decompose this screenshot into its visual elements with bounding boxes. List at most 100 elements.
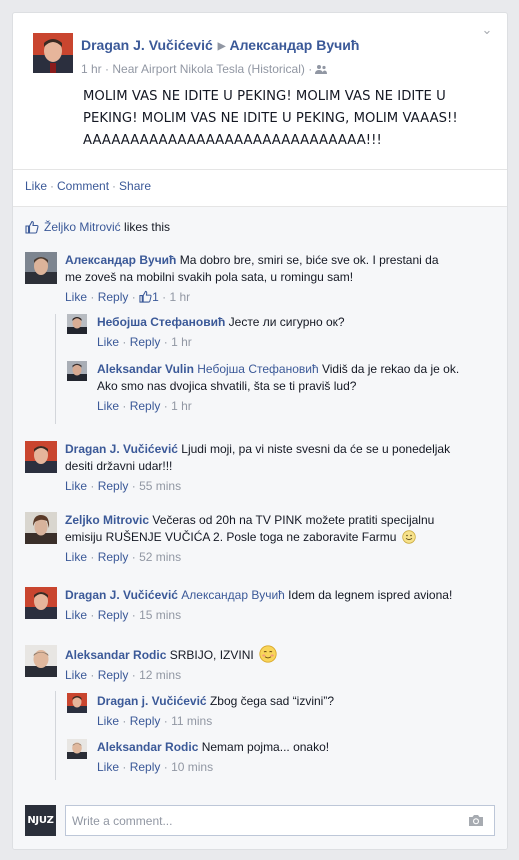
chevron-down-icon[interactable]: ⌄ [480,23,494,37]
comment-text: Večeras od 20h na TV PINK možete pratiti… [149,513,435,527]
comment-author[interactable]: Небојша Стефановић [97,315,225,329]
comment-text: Јесте ли сигурно ок? [225,315,345,329]
comment-reply-link[interactable]: Reply [98,608,129,622]
comment-like-link[interactable]: Like [65,550,87,564]
comment-reply-link[interactable]: Reply [98,479,129,493]
comment-text: Zbog čega sad “izvini”? [206,694,335,708]
liker-link[interactable]: Željko Mitrović [44,220,121,234]
comment-text: Idem da legnem ispred aviona! [284,588,453,602]
avatar[interactable] [67,361,87,381]
comment-like-link[interactable]: Like [65,668,87,682]
comment-author[interactable]: Zeljko Mitrovic [65,513,149,527]
comment-time[interactable]: 15 mins [139,608,181,622]
arrow-right-icon: ▶ [217,41,226,52]
like-link[interactable]: Like [25,179,47,193]
comment-like-link[interactable]: Like [65,479,87,493]
dot-separator: · [131,608,136,622]
comment-text: desiti državni udar!!! [65,459,173,473]
post-actions: Like · Comment · Share [25,178,151,194]
comment-like-count[interactable]: 1 [152,290,159,304]
post-target-link[interactable]: Александар Вучић [229,37,359,53]
dot-separator: · [131,479,136,493]
dot-separator: · [122,714,127,728]
comment-time[interactable]: 1 hr [171,335,192,349]
dot-separator: · [90,608,95,622]
comment-reply-link[interactable]: Reply [130,399,161,413]
post-author-link[interactable]: Dragan J. Vučićević [81,37,213,53]
comment-mention[interactable]: Небојша Стефановић [197,362,318,376]
comment-reply-link[interactable]: Reply [130,760,161,774]
dot-separator: · [90,479,95,493]
comment-time[interactable]: 55 mins [139,479,181,493]
dot-separator: · [163,714,168,728]
share-link[interactable]: Share [119,179,151,193]
camera-icon[interactable] [468,814,484,827]
comment-text: SRBIJO, IZVINI [166,648,254,662]
comment-time[interactable]: 52 mins [139,550,181,564]
dot-separator: · [90,668,95,682]
comment-like-link[interactable]: Like [65,608,87,622]
comment-author[interactable]: Aleksandar Rodic [97,740,198,754]
friends-icon[interactable] [315,64,328,74]
comment-reply-link[interactable]: Reply [98,668,129,682]
comment-reply-link[interactable]: Reply [130,335,161,349]
dot-separator: · [131,668,136,682]
divider [13,169,507,170]
comment-reply-link[interactable]: Reply [130,714,161,728]
likes-text: likes this [120,220,171,234]
dot-separator: · [163,760,168,774]
comment-composer: NJUZ [25,805,497,837]
dot-separator: · [112,179,117,193]
comment-author[interactable]: Dragan J. Vučićević [65,588,178,602]
comment-input[interactable] [66,806,446,835]
comment-time[interactable]: 1 hr [169,290,190,304]
avatar[interactable] [67,739,87,759]
avatar[interactable] [67,314,87,334]
avatar[interactable] [25,441,57,473]
comments-section: Željko Mitrović likes this Александар Ву… [13,206,507,849]
comment-reply-link[interactable]: Reply [98,550,129,564]
comment-time[interactable]: 1 hr [171,399,192,413]
comment-mention[interactable]: Александар Вучић [181,588,285,602]
post-time[interactable]: 1 hr [81,62,102,76]
avatar[interactable] [25,512,57,544]
dot-separator: · [122,335,127,349]
comment-like-link[interactable]: Like [97,714,119,728]
avatar[interactable] [25,645,57,677]
comment-reply-link[interactable]: Reply [98,290,129,304]
comment-like-link[interactable]: Like [97,399,119,413]
thumbs-up-icon [139,290,152,303]
comment-like-link[interactable]: Like [65,290,87,304]
user-avatar-logo[interactable]: NJUZ [25,805,56,836]
dot-separator: · [122,760,127,774]
post-location[interactable]: Near Airport Nikola Tesla (Historical) [112,62,305,76]
avatar[interactable] [25,587,57,619]
comment-time[interactable]: 11 mins [171,714,212,728]
likes-summary: Željko Mitrović likes this [25,219,170,235]
comment-author[interactable]: Aleksandar Rodic [65,648,166,662]
comment-author[interactable]: Aleksandar Vulin [97,362,194,376]
meta-separator: · [105,62,110,76]
comment-text: Vidiš da je rekao da je ok. [318,362,460,376]
comment-link[interactable]: Comment [57,179,109,193]
comment-text: me zoveš na mobilni svakih pola sata, u … [65,270,354,284]
comment-time[interactable]: 10 mins [171,760,213,774]
comment-like-link[interactable]: Like [97,760,119,774]
thumbs-up-icon [25,220,39,234]
comment-author[interactable]: Александар Вучић [65,253,176,267]
blush-icon [259,645,277,663]
smiley-icon [402,530,416,544]
post-card: ⌄ Dragan J. Vučićević ▶ Александар Вучић 1… [12,12,508,850]
author-avatar[interactable] [33,33,73,73]
comment-like-link[interactable]: Like [97,335,119,349]
comment-text: Ma dobro bre, smiri se, biće sve ok. I p… [176,253,439,267]
dot-separator: · [90,550,95,564]
comment-time[interactable]: 12 mins [139,668,181,682]
post-body-text: MOLIM VAS NE IDITE U PEKING! MOLIM VAS N… [83,89,458,148]
comment-input-box[interactable] [65,805,495,836]
avatar[interactable] [67,693,87,713]
reply-thread-line [55,314,56,424]
comment-author[interactable]: Dragan j. Vučićević [97,694,207,708]
comment-author[interactable]: Dragan J. Vučićević [65,442,178,456]
avatar[interactable] [25,252,57,284]
